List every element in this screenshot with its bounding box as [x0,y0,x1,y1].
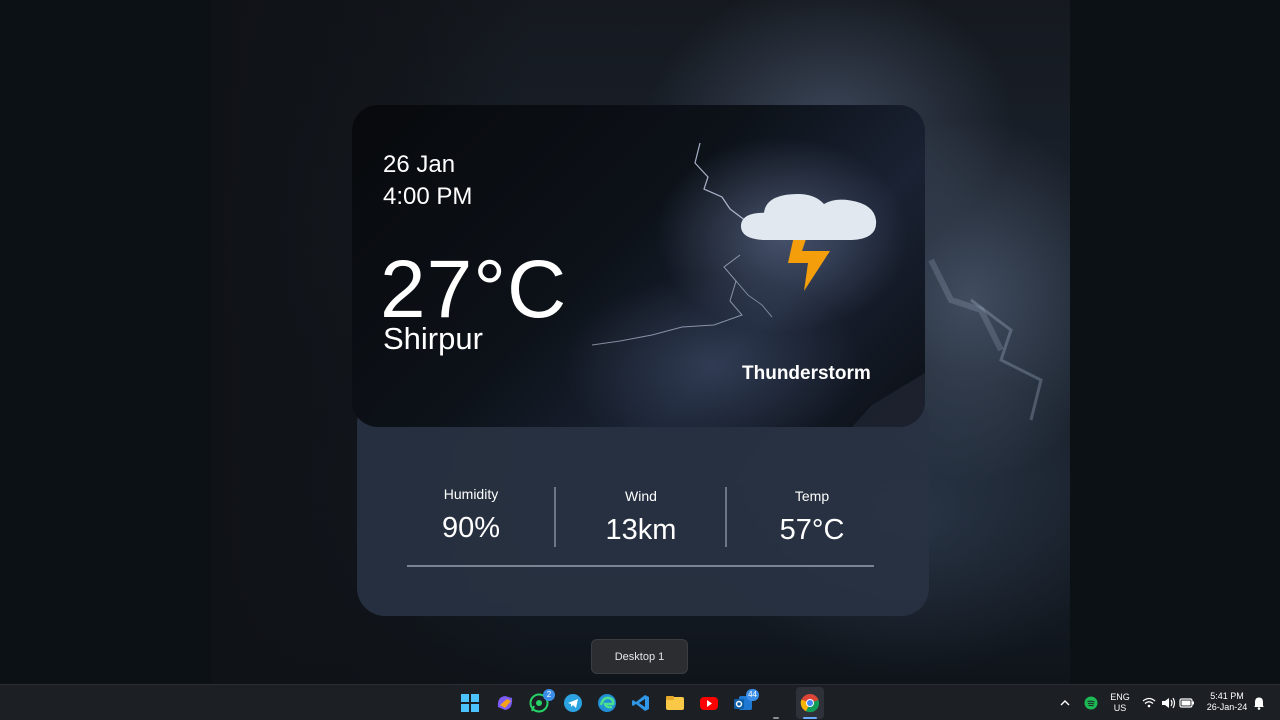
spotify-icon[interactable] [1083,693,1099,713]
battery-icon[interactable] [1179,693,1195,713]
stat-value: 13km [605,514,677,546]
telegram-icon[interactable] [563,693,583,713]
language-code: ENG [1110,692,1130,702]
clock-date: 26-Jan-24 [1206,702,1248,712]
region-code: US [1113,703,1127,713]
stat-value: 90% [441,512,501,544]
running-indicator [773,717,779,719]
weather-stats: Humidity 90% Wind 13km Temp 57°C [386,470,896,560]
clock-time: 5:41 PM [1210,691,1244,701]
copilot-icon[interactable] [495,693,515,713]
whatsapp-icon[interactable]: 2 [529,689,555,713]
thunderstorm-icon [738,149,884,295]
system-clock[interactable]: 5:41 PM 26-Jan-24 [1203,691,1251,713]
stat-value: 57°C [779,514,845,546]
weather-condition: Thunderstorm [742,363,871,384]
active-indicator [803,717,817,719]
volume-icon[interactable] [1160,693,1176,713]
stat-label: Temp [794,488,830,504]
stat-label: Humidity [443,486,499,502]
outlook-badge: 44 [746,689,759,701]
desktop-tooltip: Desktop 1 [591,639,688,674]
language-indicator[interactable]: ENG US [1106,692,1134,714]
wifi-icon[interactable] [1142,693,1156,713]
city-name: Shirpur [383,321,483,356]
whatsapp-badge: 2 [543,689,555,701]
stat-wind: Wind 13km [556,470,726,548]
youtube-icon[interactable] [699,693,719,713]
weather-main-card: 26 Jan 4:00 PM 27°C Shirpur Thunderstorm [352,105,925,427]
stat-humidity: Humidity 90% [386,470,556,548]
notification-bell-icon[interactable] [1252,693,1266,713]
taskbar: 2 44 ENG US 5:41 PM 26-Jan-24 [0,684,1280,720]
stat-label: Wind [625,488,657,504]
stat-temp: Temp 57°C [727,470,897,548]
edge-icon[interactable] [597,693,617,713]
start-icon[interactable] [460,693,480,713]
chevron-up-icon[interactable] [1058,693,1072,713]
weather-time: 4:00 PM [383,183,473,210]
stats-underline [407,565,874,567]
outlook-icon[interactable]: 44 [733,689,759,713]
chrome-icon[interactable] [800,693,820,713]
file-explorer-icon[interactable] [665,693,685,713]
vscode-icon[interactable] [631,693,651,713]
weather-date: 26 Jan [383,151,456,178]
